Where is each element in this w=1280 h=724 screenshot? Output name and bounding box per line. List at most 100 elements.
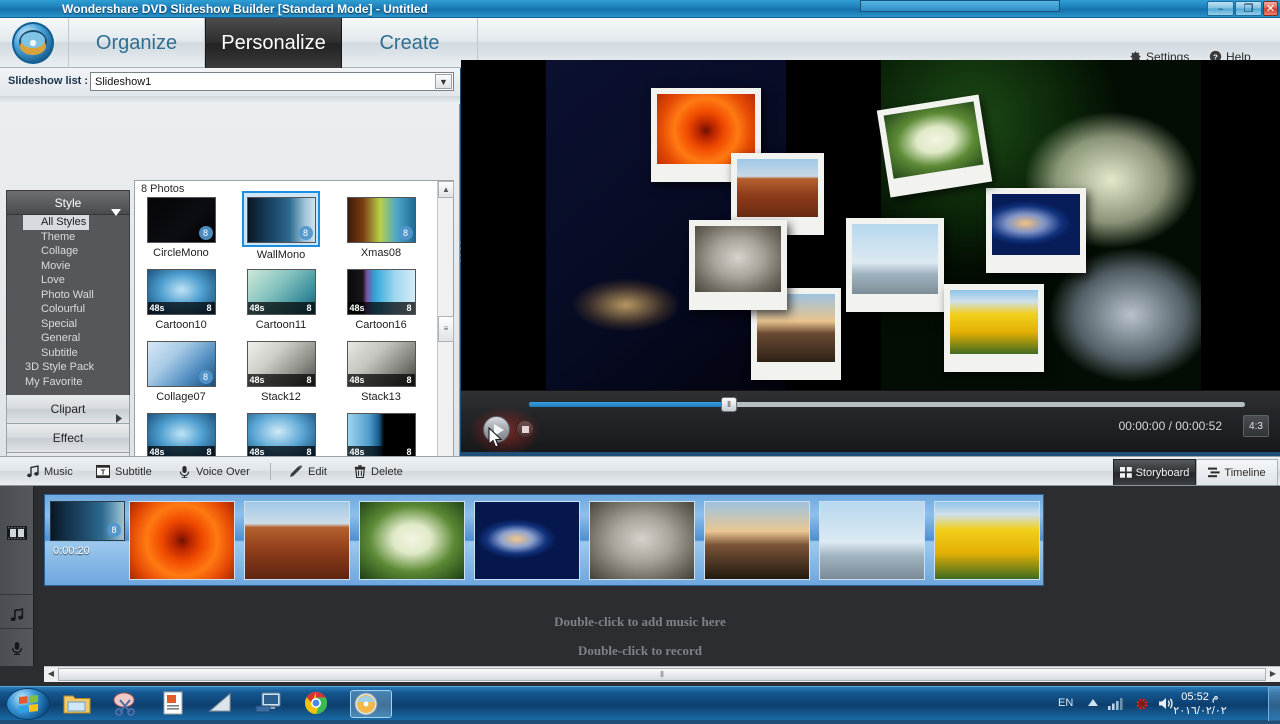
style-category-theme[interactable]: Theme	[7, 230, 129, 245]
style-category-all-styles[interactable]: All Styles	[23, 215, 89, 230]
snipping-tool-icon[interactable]	[110, 690, 152, 718]
tab-storyboard[interactable]: Storyboard	[1113, 459, 1196, 485]
seek-slider[interactable]: ⦀	[529, 397, 1245, 412]
dvd-slideshow-builder-icon[interactable]	[350, 690, 392, 718]
video-track-icon[interactable]	[0, 526, 34, 540]
collage-photo-koala	[689, 220, 787, 310]
notepad-icon[interactable]	[206, 690, 248, 718]
play-button[interactable]	[483, 416, 510, 443]
style-thumbnail-box: 8	[242, 191, 320, 247]
tab-timeline[interactable]: Timeline	[1196, 459, 1278, 485]
grid-scrollbar[interactable]: ▲ ≡ ▼	[437, 181, 454, 482]
seek-slider-handle[interactable]: ⦀	[721, 397, 737, 412]
style-category-special[interactable]: Special	[7, 317, 129, 332]
style-thumbnail-cartoon11[interactable]: 48s 8 Cartoon11	[241, 263, 321, 331]
style-duration-label: 48s	[249, 375, 265, 385]
google-chrome-icon[interactable]	[302, 690, 344, 718]
antivirus-icon[interactable]	[1135, 696, 1150, 714]
minimize-button[interactable]: –	[1207, 1, 1234, 16]
style-thumbnail-circlemono[interactable]: 8 CircleMono	[141, 191, 221, 259]
style-thumbnail-label: Cartoon11	[255, 319, 307, 331]
slideshow-list-combobox[interactable]: Slideshow1 ▼	[90, 72, 454, 91]
storyboard-clip-yellow-tulips[interactable]	[934, 501, 1040, 580]
style-duration-bar: 48s 8	[247, 302, 315, 314]
style-thumbnail-collage07[interactable]: 8 Collage07	[141, 335, 221, 403]
stop-button[interactable]	[516, 420, 534, 438]
toolbar-voice-over-button[interactable]: Voice Over	[178, 463, 250, 481]
language-indicator[interactable]: EN	[1058, 697, 1073, 709]
taskbar-clock-time[interactable]: 05:52 م	[1150, 690, 1250, 703]
panel-divider	[0, 96, 460, 104]
show-desktop-button[interactable]	[1268, 687, 1280, 721]
tray-expand-icon[interactable]	[1088, 699, 1098, 708]
style-duration-label: 48s	[349, 375, 365, 385]
storyboard-clip-koala[interactable]	[589, 501, 695, 580]
storyboard-clip-desert-butte[interactable]	[244, 501, 350, 580]
storyboard-clip-penguins[interactable]	[819, 501, 925, 580]
hscrollbar-thumb[interactable]: ⦀	[58, 668, 1266, 681]
scroll-up-button[interactable]: ▲	[438, 181, 454, 198]
maximize-button[interactable]: ❐	[1235, 1, 1262, 16]
storyboard-clip-jellyfish[interactable]	[474, 501, 580, 580]
clipart-label: Clipart	[50, 402, 86, 416]
sidebar-item-effect[interactable]: Effect	[6, 424, 130, 453]
toolbar-edit-button[interactable]: Edit	[289, 463, 327, 481]
windows-start-orb-icon[interactable]	[6, 688, 50, 720]
tab-personalize[interactable]: Personalize	[205, 18, 342, 68]
toolbar-delete-button[interactable]: Delete	[354, 463, 403, 481]
style-thumbnail-stack13[interactable]: 48s 8 Stack13	[341, 335, 421, 403]
storyboard-horizontal-scrollbar[interactable]: ◀ ⦀ ▶	[44, 666, 1280, 682]
scroll-left-button[interactable]: ◀	[44, 667, 58, 682]
style-category-colourful[interactable]: Colourful	[7, 302, 129, 317]
storyboard-clip-strip[interactable]: 8 0:00:20	[44, 494, 1044, 586]
toolbar-music-button[interactable]: Music	[27, 463, 73, 481]
preview-area[interactable]	[461, 60, 1280, 390]
slideshow-list-value: Slideshow1	[95, 76, 152, 88]
style-thumbnail-cartoon10[interactable]: 48s 8 Cartoon10	[141, 263, 221, 331]
add-music-hint[interactable]: Double-click to add music here	[0, 614, 1280, 630]
tab-organize[interactable]: Organize	[68, 18, 205, 68]
style-category-subtitle[interactable]: Subtitle	[7, 346, 129, 361]
chevron-down-icon[interactable]: ▼	[435, 74, 452, 89]
style-category-collage[interactable]: Collage	[7, 244, 129, 259]
aspect-ratio-button[interactable]: 4:3	[1243, 415, 1269, 437]
storyboard-clip-style-preview[interactable]: 8 0:00:20	[50, 501, 126, 580]
editor-toolbar: Music T Subtitle Voice Over Edit Delete …	[0, 456, 1280, 486]
style-thumbnail-stack12[interactable]: 48s 8 Stack12	[241, 335, 321, 403]
text-document-icon[interactable]	[158, 690, 200, 718]
remote-desktop-icon[interactable]	[254, 690, 296, 718]
style-panel-header[interactable]: Style	[7, 191, 129, 216]
record-hint[interactable]: Double-click to record	[0, 643, 1280, 659]
style-thumbnail-image: 48s 8	[346, 341, 416, 387]
style-category-love[interactable]: Love	[7, 273, 129, 288]
storyboard-style-thumbnail: 8	[50, 501, 125, 541]
storyboard-clip-white-hydrangea[interactable]	[359, 501, 465, 580]
windows-taskbar: EN 05:52 م ٢٠١٦/٠٢/٠٢	[0, 686, 1280, 721]
scrollbar-thumb[interactable]: ≡	[438, 316, 454, 342]
toolbar-subtitle-button[interactable]: T Subtitle	[96, 463, 152, 481]
system-tray: EN 05:52 م ٢٠١٦/٠٢/٠٢	[1050, 687, 1280, 721]
style-category-3d-style-pack[interactable]: 3D Style Pack	[7, 360, 129, 375]
style-thumbnail-xmas08[interactable]: 8 Xmas08	[341, 191, 421, 259]
style-category-photo-wall[interactable]: Photo Wall	[7, 288, 129, 303]
storyboard-clip-red-chrysanthemum[interactable]	[129, 501, 235, 580]
tab-create[interactable]: Create	[342, 18, 478, 68]
style-category-general[interactable]: General	[7, 331, 129, 346]
style-category-movie[interactable]: Movie	[7, 259, 129, 274]
style-category-tree[interactable]: All Styles Theme Collage Movie Love Photo Wal…	[7, 215, 129, 389]
style-thumbnail-label: CircleMono	[153, 247, 209, 259]
style-thumbnail-cartoon16[interactable]: 48s 8 Cartoon16	[341, 263, 421, 331]
pencil-icon	[289, 465, 303, 484]
scroll-right-button[interactable]: ▶	[1266, 667, 1280, 682]
network-signal-icon[interactable]	[1108, 697, 1124, 713]
close-button[interactable]: ✕	[1263, 1, 1278, 16]
file-explorer-icon[interactable]	[62, 690, 104, 718]
style-category-my-favorite[interactable]: My Favorite	[7, 375, 129, 390]
taskbar-clock-date[interactable]: ٢٠١٦/٠٢/٠٢	[1150, 704, 1250, 717]
sidebar-item-clipart[interactable]: Clipart	[6, 395, 130, 424]
player-timecode: 00:00:00 / 00:00:52	[1118, 419, 1222, 433]
style-thumbnail-grid[interactable]: 8 CircleMono 8 WallMono 8 Xmas08 48s 8 Cartoon10…	[135, 191, 438, 483]
music-note-icon	[27, 465, 39, 484]
storyboard-clip-castle-sunset[interactable]	[704, 501, 810, 580]
style-thumbnail-wallmono[interactable]: 8 WallMono	[241, 191, 321, 261]
